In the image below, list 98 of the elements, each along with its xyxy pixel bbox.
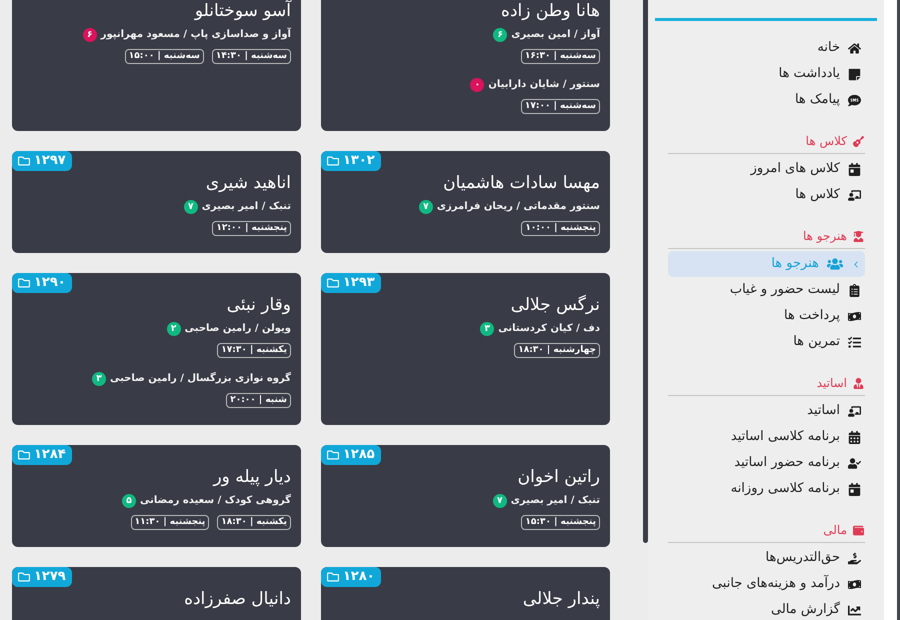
scrollbar-thumb[interactable] — [643, 0, 648, 543]
count-badge: ۰ — [470, 78, 484, 92]
folder-icon — [326, 155, 340, 167]
folder-icon — [326, 277, 340, 289]
person-icon — [853, 378, 864, 388]
file-number: ۱۲۸۵ — [343, 447, 375, 463]
section-title: مالی — [823, 522, 847, 538]
folder-icon — [326, 449, 340, 461]
time-chip: پنجشنبه | ۱۵:۳۰ — [521, 515, 600, 530]
checklist-icon — [848, 336, 861, 348]
sidebar-item[interactable]: حق‌التدریس‌ها — [668, 545, 865, 571]
class-teacher-label: گروهی کودک / سعیده رمضانی — [140, 493, 291, 508]
file-number: ۱۲۷۹ — [34, 569, 66, 585]
time-chip: پنجشنبه | ۱۱:۳۰ — [130, 515, 210, 530]
count-badge: ۳ — [92, 372, 106, 386]
student-name: راتین اخوان — [516, 466, 601, 489]
teacher-board-icon — [848, 404, 861, 418]
class-teacher-label: آواز / امین بصیری — [511, 27, 600, 42]
time-chip: پنجشنبه | ۱۲:۰۰ — [212, 221, 291, 236]
clipboard-list-icon — [848, 284, 861, 296]
time-chip: یکشنبه | ۱۸:۳۰ — [217, 515, 291, 530]
guitar-icon — [853, 136, 864, 146]
student-name: مهسا سادات هاشمیان — [442, 172, 601, 195]
class-teacher-label: ویولن / رامین صاحبی — [184, 322, 291, 336]
file-number: ۱۳۰۲ — [343, 153, 375, 169]
sidebar-item[interactable]: درآمد و هزینه‌های جانبی — [668, 571, 865, 597]
count-badge: ۷ — [418, 200, 433, 214]
student-name: آسو سوختانلو — [193, 0, 293, 23]
folder-icon — [17, 277, 31, 289]
folder-icon — [17, 449, 31, 461]
sidebar-item[interactable]: برنامه کلاسی اساتید — [668, 424, 865, 450]
sidebar-item[interactable]: پرداخت ها — [668, 303, 865, 329]
class-teacher-label: تنبک / امیر بصیری — [202, 200, 291, 214]
student-name: دیار پیله ور — [212, 466, 292, 489]
calendar-icon — [848, 162, 861, 176]
sidebar-item[interactable]: کلاس های امروز — [668, 156, 865, 182]
time-chip: سه‌شنبه | ۱۶:۳۰ — [520, 49, 600, 64]
sidebar-item[interactable]: برنامه کلاسی روزانه — [668, 476, 865, 502]
time-chip: چهارشنبه | ۱۸:۳۰ — [514, 343, 600, 358]
student-name: اناهید شیری — [204, 172, 292, 195]
class-teacher-label: سنتور مقدماتی / ریحان فرامرزی — [436, 200, 600, 214]
class-teacher-label: دف / کیان کردستانی — [498, 322, 600, 336]
class-teacher-label: آواز و صداسازی پاپ / مسعود مهرانپور — [100, 27, 291, 42]
sidebar-item[interactable]: برنامه حضور اساتید — [668, 450, 865, 476]
teacher-board-icon — [848, 188, 861, 202]
sidebar-item[interactable]: کلاس ها — [668, 182, 865, 208]
file-number: ۱۲۹۳ — [343, 275, 375, 291]
class-teacher-label: سنتور / شایان دارابیان — [488, 78, 600, 92]
student-name: وقار نبئی — [226, 294, 292, 317]
money-bill-icon — [848, 310, 861, 322]
count-badge: ۷ — [184, 200, 198, 214]
user-check-icon — [848, 456, 861, 470]
money-bill-icon — [848, 578, 861, 590]
wallet-icon — [853, 524, 864, 536]
sticky-note-icon — [848, 68, 861, 80]
student-name: پندار جلالی — [522, 588, 601, 611]
section-title: اساتید — [816, 375, 847, 391]
count-badge: ۶ — [82, 28, 97, 42]
count-badge: ۷ — [492, 494, 507, 508]
student-name: دانیال صفرزاده — [183, 588, 292, 611]
time-chip: یکشنبه | ۱۷:۳۰ — [217, 343, 291, 358]
sidebar-item[interactable]: گزارش مالی — [668, 597, 865, 620]
hand-coin-icon — [848, 552, 861, 564]
class-teacher-label: گروه نوازی بزرگسال / رامین صاحبی — [110, 371, 291, 386]
time-chip: پنجشنبه | ۱۰:۰۰ — [521, 221, 600, 236]
users-icon — [827, 257, 843, 271]
house-icon — [848, 42, 861, 54]
sidebar-item[interactable]: اساتید — [668, 398, 865, 424]
count-badge: ۳ — [480, 322, 494, 336]
sidebar-item[interactable]: خانه — [668, 35, 865, 61]
time-chip: سه‌شنبه | ۱۷:۰۰ — [520, 99, 600, 114]
count-badge: ۲ — [166, 322, 181, 336]
line-chart-icon — [848, 604, 861, 616]
folder-icon — [17, 155, 31, 167]
time-chip: سه‌شنبه | ۱۵:۰۰ — [124, 49, 204, 64]
file-number: ۱۲۸۰ — [343, 569, 375, 585]
folder-icon — [17, 571, 31, 583]
section-title: کلاس ها — [806, 133, 847, 149]
file-number: ۱۲۹۰ — [34, 275, 66, 291]
calendar-grid-icon — [848, 430, 861, 444]
student-name: نرگس جلالی — [510, 294, 601, 317]
time-chip: سه‌شنبه | ۱۴:۳۰ — [212, 49, 291, 64]
sidebar-item[interactable]: تمرین ها — [668, 329, 865, 355]
graduate-icon — [853, 230, 864, 242]
file-number: ۱۲۹۷ — [34, 153, 66, 169]
count-badge: ۵ — [122, 494, 136, 508]
sidebar-item[interactable]: لیست حضور و غیاب — [668, 277, 865, 303]
calendar-icon — [848, 482, 861, 496]
student-name: هانا وطن زاده — [500, 0, 601, 23]
section-title: هنرجو ها — [803, 228, 847, 244]
count-badge: ۶ — [493, 28, 508, 42]
sidebar-item[interactable]: پیامک ها — [668, 87, 865, 113]
sms-bubble-icon — [848, 94, 861, 106]
class-teacher-label: تنبک / امیر بصیری — [510, 494, 600, 508]
sidebar-item[interactable]: یادداشت ها — [668, 61, 865, 87]
folder-icon — [326, 571, 340, 583]
time-chip: شنبه | ۲۰:۰۰ — [226, 393, 291, 408]
file-number: ۱۲۸۴ — [34, 447, 66, 463]
